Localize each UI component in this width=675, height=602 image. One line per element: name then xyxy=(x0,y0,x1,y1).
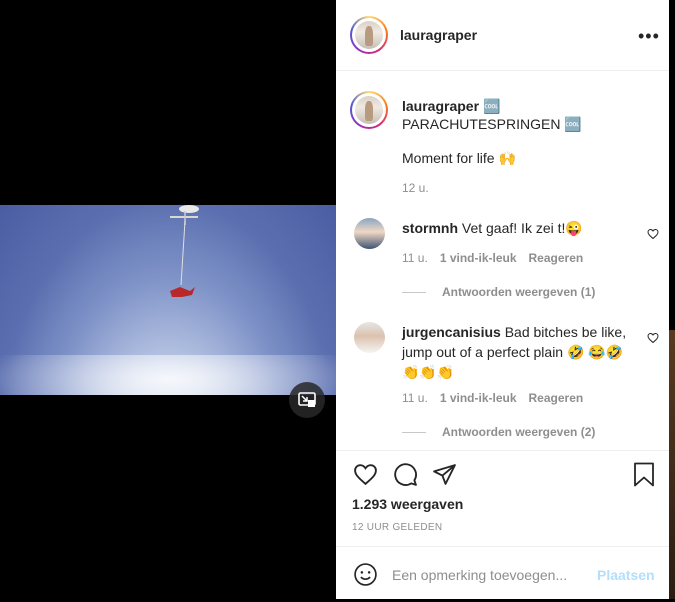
caption-username[interactable]: lauragraper xyxy=(402,98,479,114)
post-panel: lauragraper ••• lauragraper 🆒 PARACHUTES… xyxy=(336,0,669,599)
comment-like-heart-icon[interactable] xyxy=(647,228,659,240)
next-post-edge xyxy=(669,0,675,599)
caption-body: Moment for life 🙌 xyxy=(402,150,516,166)
skydive-video[interactable] xyxy=(0,205,336,395)
comment-likes[interactable]: 1 vind-ik-leuk xyxy=(440,251,517,265)
post-actions: 1.293 weergaven 12 UUR GELEDEN Een opmer… xyxy=(336,450,669,601)
comment-input[interactable]: Een opmerking toevoegen... xyxy=(392,567,567,583)
caption-time: 12 u. xyxy=(402,181,429,195)
comment-time: 11 u. xyxy=(402,251,428,265)
next-post-thumbnail xyxy=(669,330,675,599)
video-area[interactable] xyxy=(0,0,336,599)
view-replies-label: Antwoorden weergeven (2) xyxy=(442,425,596,439)
comment-like-heart-icon[interactable] xyxy=(647,332,659,344)
post-comment-button[interactable]: Plaatsen xyxy=(597,567,655,583)
commenter-username[interactable]: jurgencanisius xyxy=(402,324,501,340)
comment-text: Vet gaaf! Ik zei t!😜 xyxy=(461,220,583,236)
reply-button[interactable]: Reageren xyxy=(529,391,584,405)
view-count[interactable]: 1.293 weergaven xyxy=(352,496,463,512)
commenter-avatar[interactable] xyxy=(354,218,385,249)
view-replies[interactable]: Antwoorden weergeven (2) xyxy=(402,425,595,439)
caption-avatar[interactable] xyxy=(350,91,388,129)
parachutist-illustration xyxy=(170,205,199,297)
heart-icon[interactable] xyxy=(353,462,378,487)
view-replies-label: Antwoorden weergeven (1) xyxy=(442,285,596,299)
picture-in-picture-button[interactable] xyxy=(289,382,325,418)
post-timestamp[interactable]: 12 UUR GELEDEN xyxy=(352,522,442,533)
comment-likes[interactable]: 1 vind-ik-leuk xyxy=(440,391,517,405)
commenter-avatar[interactable] xyxy=(354,322,385,353)
comment-meta: 11 u. 1 vind-ik-leuk Reageren xyxy=(402,251,583,265)
comment-form: Een opmerking toevoegen... Plaatsen xyxy=(336,546,669,602)
comment-text-line: stormnh Vet gaaf! Ik zei t!😜 xyxy=(402,218,628,238)
comment-time: 11 u. xyxy=(402,391,428,405)
reply-button[interactable]: Reageren xyxy=(529,251,584,265)
author-avatar[interactable] xyxy=(350,16,388,54)
comment-meta: 11 u. 1 vind-ik-leuk Reageren xyxy=(402,391,583,405)
paper-plane-icon[interactable] xyxy=(432,462,457,487)
bookmark-icon[interactable] xyxy=(633,462,655,487)
author-username[interactable]: lauragraper xyxy=(400,27,477,43)
picture-in-picture-icon xyxy=(298,392,316,407)
more-options-icon[interactable]: ••• xyxy=(638,26,660,47)
commenter-username[interactable]: stormnh xyxy=(402,220,458,236)
caption-title-line: lauragraper 🆒 PARACHUTESPRINGEN 🆒 xyxy=(402,97,662,133)
smiley-icon[interactable] xyxy=(353,562,378,587)
comment-text-line: jurgencanisius Bad bitches be like, jump… xyxy=(402,322,628,382)
view-replies[interactable]: Antwoorden weergeven (1) xyxy=(402,285,595,299)
comment-icon[interactable] xyxy=(393,462,418,487)
post-header: lauragraper ••• xyxy=(336,0,669,71)
